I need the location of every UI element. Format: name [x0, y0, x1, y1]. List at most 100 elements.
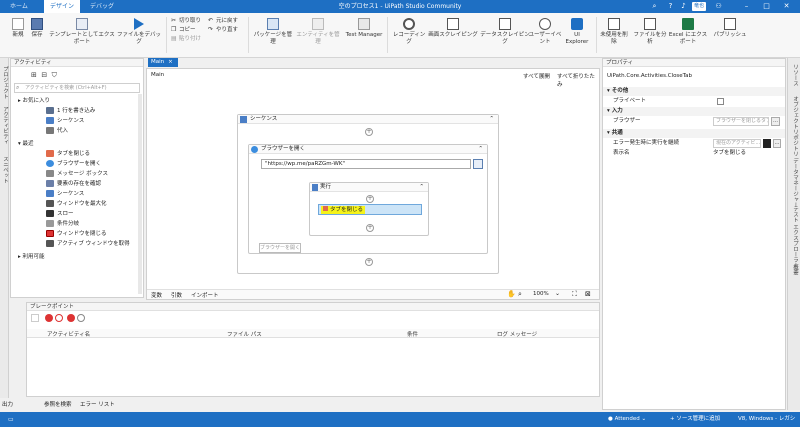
favorite-item[interactable]: シーケンス — [46, 117, 84, 126]
excel-export-button[interactable]: Excel にエクスポート — [668, 18, 708, 46]
recent-item[interactable]: ウィンドウを最大化 — [46, 200, 107, 209]
close-icon[interactable]: ✕ — [782, 2, 791, 11]
test-manager-button[interactable]: Test Manager — [344, 18, 384, 39]
collapse-all-link[interactable]: すべて折りたたみ — [557, 72, 599, 88]
recent-item[interactable]: メッセージ ボックス — [46, 170, 108, 179]
toggle-breakpoint-icon[interactable] — [45, 314, 53, 322]
export-template-button[interactable]: テンプレートとしてエクスポート — [47, 18, 117, 46]
side-tab-project[interactable]: プロジェクト — [1, 66, 9, 99]
zoom-icon[interactable]: ⌕ — [518, 290, 522, 299]
side-tab-snippets[interactable]: スニペット — [1, 156, 9, 184]
side-tab-data-manager[interactable]: データマネージャー — [791, 158, 799, 208]
zoom-level[interactable]: 100% — [533, 291, 549, 297]
collapse-icon[interactable]: ⌃ — [489, 115, 494, 124]
display-name-value[interactable]: タブを閉じる — [713, 149, 746, 158]
ui-explorer-button[interactable]: UI Explorer — [562, 18, 592, 46]
redo-button[interactable]: ↷ やり直す — [208, 26, 238, 34]
manage-entities-button[interactable]: エンティティを管理 — [296, 18, 340, 46]
find-references-tab[interactable]: 参照を検索 — [44, 400, 72, 408]
minimize-icon[interactable]: – — [742, 2, 751, 11]
tab-design[interactable]: デザイン — [44, 0, 81, 13]
cut-button[interactable]: ✂ 切り取り — [171, 17, 201, 25]
recent-item[interactable]: 条件分岐 — [46, 220, 79, 229]
activities-scrollbar[interactable] — [138, 94, 142, 294]
section-misc[interactable]: ▾ その他 — [603, 87, 785, 96]
browser-picker-icon[interactable] — [473, 159, 483, 169]
favorites-group[interactable]: ▸ お気に入り — [18, 97, 50, 106]
expression-icon[interactable] — [763, 139, 771, 148]
private-checkbox[interactable] — [717, 98, 724, 105]
tab-debug[interactable]: デバッグ — [84, 0, 120, 13]
overview-icon[interactable]: ⊠ — [585, 290, 591, 298]
side-tab-resources[interactable]: リソース — [791, 64, 799, 86]
recent-item[interactable]: タブを閉じる — [46, 150, 90, 159]
recent-item[interactable]: ブラウザーを開く — [46, 160, 101, 169]
recent-item[interactable]: 要素の存在を確認 — [46, 180, 101, 189]
delete-all-breakpoints-icon[interactable] — [67, 314, 75, 322]
close-tab-icon[interactable]: × — [168, 59, 173, 65]
sequence-container[interactable]: シーケンス ⌃ + ブラウザーを開く ⌃ "https://wp.me/paRZGm… — [237, 114, 499, 274]
screen-scraping-button[interactable]: 画面スクレイピング — [428, 18, 478, 39]
open-browser-activity[interactable]: ブラウザーを開く ⌃ "https://wp.me/paRZGm-WK" 実行 ⌃ … — [248, 144, 488, 254]
notification-icon[interactable]: ♪ — [679, 2, 688, 11]
recording-button[interactable]: レコーディング — [390, 18, 428, 46]
save-button[interactable]: 保存 — [29, 18, 45, 39]
favorite-item[interactable]: 1 行を書き込み — [46, 107, 95, 116]
variables-tab[interactable]: 変数 — [151, 291, 162, 299]
col-log-message[interactable]: ログ メッセージ — [497, 330, 537, 338]
remove-unused-button[interactable]: 未使用を削除 — [599, 18, 629, 46]
breakpoint-checkbox-icon[interactable] — [31, 314, 39, 322]
user-events-button[interactable]: ユーザーイベント — [528, 18, 562, 46]
analyze-file-button[interactable]: ファイルを分析 — [632, 18, 668, 46]
runtime-status[interactable]: V8, Windows - レガシ — [738, 416, 795, 423]
collapse-icon[interactable]: ⌃ — [419, 183, 424, 192]
disable-all-breakpoints-icon[interactable] — [77, 314, 85, 322]
add-activity-icon[interactable]: + — [366, 224, 374, 232]
section-input[interactable]: ▾ 入力 — [603, 107, 785, 116]
tab-main[interactable]: Main × — [148, 58, 178, 67]
do-container[interactable]: 実行 ⌃ + タブを閉じる + — [309, 182, 429, 236]
add-activity-icon[interactable]: + — [366, 195, 374, 203]
help-icon[interactable]: ? — [666, 2, 675, 11]
col-file-path[interactable]: ファイル パス — [227, 330, 262, 338]
side-tab-object-repository[interactable]: オブジェクトリポジトリ — [791, 96, 799, 157]
breadcrumb[interactable]: Main — [151, 72, 164, 78]
add-activity-icon[interactable]: + — [365, 258, 373, 266]
recent-item[interactable]: スロー — [46, 210, 74, 219]
fit-screen-icon[interactable]: ⛶ — [572, 290, 577, 299]
recent-group[interactable]: ▾ 最近 — [18, 140, 34, 149]
recent-item[interactable]: アクティブ ウィンドウを取得 — [46, 240, 130, 249]
arguments-tab[interactable]: 引数 — [171, 291, 182, 299]
side-tab-activities[interactable]: アクティビティ — [1, 106, 9, 145]
ellipsis-button[interactable]: … — [773, 139, 781, 148]
side-tab-overview[interactable]: 概要 — [791, 264, 799, 275]
filter-icon[interactable]: ⛉ — [52, 71, 57, 79]
activities-search-input[interactable]: アクティビティを検索 (Ctrl+Alt+F) — [14, 83, 140, 93]
zoom-dropdown-icon[interactable]: ⌄ — [555, 290, 560, 297]
col-activity-name[interactable]: アクティビティ名 — [47, 330, 90, 338]
delete-breakpoint-icon[interactable] — [55, 314, 63, 322]
imports-tab[interactable]: インポート — [191, 291, 219, 299]
add-activity-icon[interactable]: + — [365, 128, 373, 136]
continue-on-error-input[interactable]: 現在のアクティビ... — [713, 139, 761, 148]
data-scraping-button[interactable]: データスクレイピング — [478, 18, 532, 46]
side-tab-test-explorer[interactable]: テスト エクスプローラー — [791, 206, 799, 268]
copy-button[interactable]: ❐ コピー — [171, 26, 196, 34]
add-source-control-button[interactable]: + ソース管理に追加 — [670, 416, 720, 423]
expand-icon[interactable]: ⊞ — [31, 71, 37, 79]
paste-button[interactable]: ▤ 貼り付け — [171, 35, 201, 43]
ellipsis-button[interactable]: … — [771, 117, 780, 126]
output-tab[interactable]: 出力 — [2, 400, 13, 408]
available-group[interactable]: ▸ 利用可能 — [18, 253, 45, 262]
pan-icon[interactable]: ✋ — [507, 290, 516, 298]
account-icon[interactable]: ⚇ — [714, 2, 723, 11]
undo-button[interactable]: ↶ 元に戻す — [208, 17, 238, 25]
collapse-icon[interactable]: ⌃ — [478, 145, 483, 154]
recent-item[interactable]: ウィンドウを閉じる — [46, 230, 107, 239]
close-tab-activity[interactable]: タブを閉じる — [318, 204, 422, 215]
attended-status[interactable]: ● Attended ⌄ — [608, 416, 646, 423]
browser-input[interactable]: ブラウザーを閉じるタブ — [713, 117, 769, 126]
collapse-icon[interactable]: ⊟ — [41, 71, 47, 79]
tab-home[interactable]: ホーム — [4, 0, 34, 13]
publish-button[interactable]: パブリッシュ — [712, 18, 748, 39]
